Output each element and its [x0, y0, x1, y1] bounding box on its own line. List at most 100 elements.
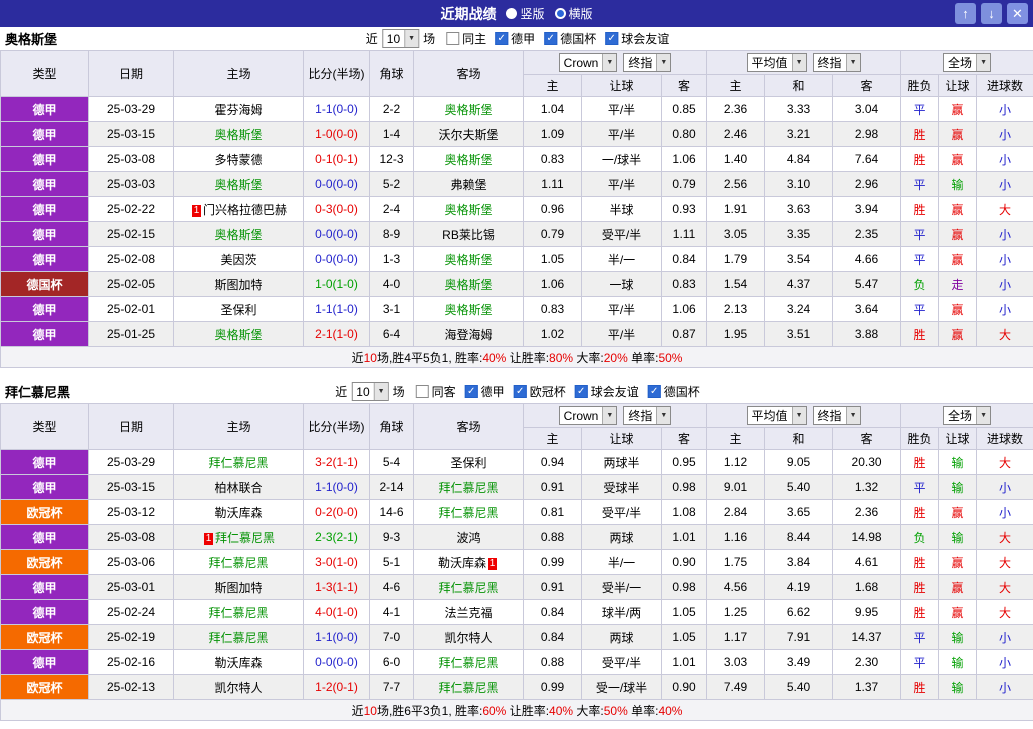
team-cell: RB莱比锡 [413, 221, 524, 247]
team-link[interactable]: 弗赖堡 [450, 178, 486, 192]
filter-checkbox[interactable]: ✓ 德国杯 [647, 383, 700, 400]
filter-checkbox[interactable]: ✓ 球会友谊 [605, 30, 669, 47]
team-link[interactable]: 美因茨 [220, 253, 256, 267]
team-link[interactable]: 柏林联合 [214, 481, 262, 495]
euro-draw-odds: 3.33 [764, 96, 834, 122]
league-badge: 德甲 [0, 599, 89, 625]
euro-stage-select[interactable]: 终指 ▼ [812, 53, 861, 72]
team-link[interactable]: 门兴格拉德巴赫 [203, 203, 287, 217]
team-link[interactable]: 拜仁慕尼黑 [208, 556, 268, 570]
team-link[interactable]: 奥格斯堡 [214, 178, 262, 192]
team-link[interactable]: 拜仁慕尼黑 [208, 456, 268, 470]
score-cell[interactable]: 1-1(1-0) [303, 296, 370, 322]
team-link[interactable]: 奥格斯堡 [444, 303, 492, 317]
match-count-select[interactable]: 10 ▼ [381, 29, 420, 48]
layout-radio-horizontal[interactable]: 横版 [554, 5, 593, 22]
score-cell[interactable]: 3-2(1-1) [303, 449, 370, 475]
team-link[interactable]: 法兰克福 [444, 606, 492, 620]
score-cell[interactable]: 0-3(0-0) [303, 196, 370, 222]
team-link[interactable]: 奥格斯堡 [444, 253, 492, 267]
score-cell[interactable]: 0-1(0-1) [303, 146, 370, 172]
score-cell[interactable]: 1-3(1-1) [303, 574, 370, 600]
score-cell[interactable]: 1-1(0-0) [303, 624, 370, 650]
team-link[interactable]: 拜仁慕尼黑 [438, 581, 498, 595]
team-link[interactable]: 奥格斯堡 [444, 103, 492, 117]
score-cell[interactable]: 1-1(0-0) [303, 474, 370, 500]
outcome-cell: 胜 [900, 549, 940, 575]
team-link[interactable]: 勒沃库森 [438, 556, 486, 570]
filter-checkbox[interactable]: ✓ 德甲 [495, 30, 535, 47]
team-link[interactable]: 拜仁慕尼黑 [208, 606, 268, 620]
asia-away-odds: 0.90 [660, 549, 708, 575]
asia-stage-select[interactable]: 终指 ▼ [623, 53, 672, 72]
team-link[interactable]: 拜仁慕尼黑 [438, 681, 498, 695]
euro-stage-select[interactable]: 终指 ▼ [812, 406, 861, 425]
bookmaker-select[interactable]: Crown ▼ [558, 53, 618, 72]
score-cell[interactable]: 2-1(1-0) [303, 321, 370, 347]
team-link[interactable]: 奥格斯堡 [444, 203, 492, 217]
score-cell[interactable]: 4-0(1-0) [303, 599, 370, 625]
scope-select[interactable]: 全场 ▼ [943, 53, 992, 72]
bookmaker-select[interactable]: Crown ▼ [558, 406, 618, 425]
team-link[interactable]: 凯尔特人 [214, 681, 262, 695]
team-link[interactable]: 斯图加特 [214, 581, 262, 595]
filter-checkbox[interactable]: ✓ 球会友谊 [574, 383, 639, 400]
match-count-select[interactable]: 10 ▼ [351, 382, 389, 401]
euro-draw-odds: 4.84 [764, 146, 834, 172]
league-badge: 德国杯 [0, 271, 89, 297]
team-link[interactable]: 奥格斯堡 [214, 328, 262, 342]
checkbox-label: 德国杯 [560, 32, 597, 46]
team-link[interactable]: 奥格斯堡 [214, 128, 262, 142]
team-link[interactable]: 奥格斯堡 [444, 153, 492, 167]
layout-radio-vertical[interactable]: 竖版 [506, 5, 545, 22]
filter-checkbox[interactable]: 同主 [446, 30, 486, 47]
euro-home-odds: 1.12 [706, 449, 766, 475]
score-cell[interactable]: 2-3(2-1) [303, 524, 370, 550]
asia-stage-select[interactable]: 终指 ▼ [623, 406, 672, 425]
team-link[interactable]: 拜仁慕尼黑 [208, 631, 268, 645]
score-cell[interactable]: 0-0(0-0) [303, 171, 370, 197]
team-link[interactable]: 凯尔特人 [444, 631, 492, 645]
team-link[interactable]: 海登海姆 [444, 328, 492, 342]
score-cell[interactable]: 1-1(0-0) [303, 96, 370, 122]
filter-checkbox[interactable]: ✓ 德国杯 [544, 30, 596, 47]
team-link[interactable]: 波鸿 [456, 531, 480, 545]
goals-result-cell: 小 [976, 499, 1033, 525]
score-cell[interactable]: 0-0(0-0) [303, 246, 370, 272]
team-link[interactable]: 拜仁慕尼黑 [438, 481, 498, 495]
team-link[interactable]: 勒沃库森 [214, 506, 262, 520]
move-up-button[interactable]: ↑ [955, 3, 976, 24]
corner-cell: 2-2 [369, 96, 414, 122]
euro-away-odds: 2.35 [832, 221, 902, 247]
team-link[interactable]: 勒沃库森 [214, 656, 262, 670]
team-link[interactable]: 多特蒙德 [214, 153, 262, 167]
team-link[interactable]: 奥格斯堡 [214, 228, 262, 242]
score-cell[interactable]: 0-2(0-0) [303, 499, 370, 525]
asia-home-odds: 0.99 [523, 549, 582, 575]
score-cell[interactable]: 1-0(0-0) [303, 121, 370, 147]
scope-select[interactable]: 全场 ▼ [943, 406, 992, 425]
filter-checkbox[interactable]: ✓ 德甲 [464, 383, 505, 400]
euro-average-select[interactable]: 平均值 ▼ [746, 53, 807, 72]
score-cell[interactable]: 0-0(0-0) [303, 649, 370, 675]
team-link[interactable]: 圣保利 [220, 303, 256, 317]
score-cell[interactable]: 1-0(1-0) [303, 271, 370, 297]
filter-checkbox[interactable]: ✓ 欧冠杯 [513, 383, 566, 400]
move-down-button[interactable]: ↓ [981, 3, 1002, 24]
team-link[interactable]: 拜仁慕尼黑 [215, 531, 275, 545]
team-link[interactable]: 奥格斯堡 [444, 278, 492, 292]
team-link[interactable]: 圣保利 [450, 456, 486, 470]
team-link[interactable]: 拜仁慕尼黑 [438, 656, 498, 670]
asia-away-odds: 1.08 [660, 499, 708, 525]
team-link[interactable]: 霍芬海姆 [214, 103, 262, 117]
score-cell[interactable]: 0-0(0-0) [303, 221, 370, 247]
score-cell[interactable]: 3-0(1-0) [303, 549, 370, 575]
team-link[interactable]: RB莱比锡 [442, 228, 495, 242]
close-button[interactable]: ✕ [1007, 3, 1028, 24]
filter-checkbox[interactable]: 同客 [415, 383, 456, 400]
team-link[interactable]: 拜仁慕尼黑 [438, 506, 498, 520]
team-link[interactable]: 斯图加特 [214, 278, 262, 292]
score-cell[interactable]: 1-2(0-1) [303, 674, 370, 700]
euro-average-select[interactable]: 平均值 ▼ [746, 406, 807, 425]
team-link[interactable]: 沃尔夫斯堡 [438, 128, 498, 142]
